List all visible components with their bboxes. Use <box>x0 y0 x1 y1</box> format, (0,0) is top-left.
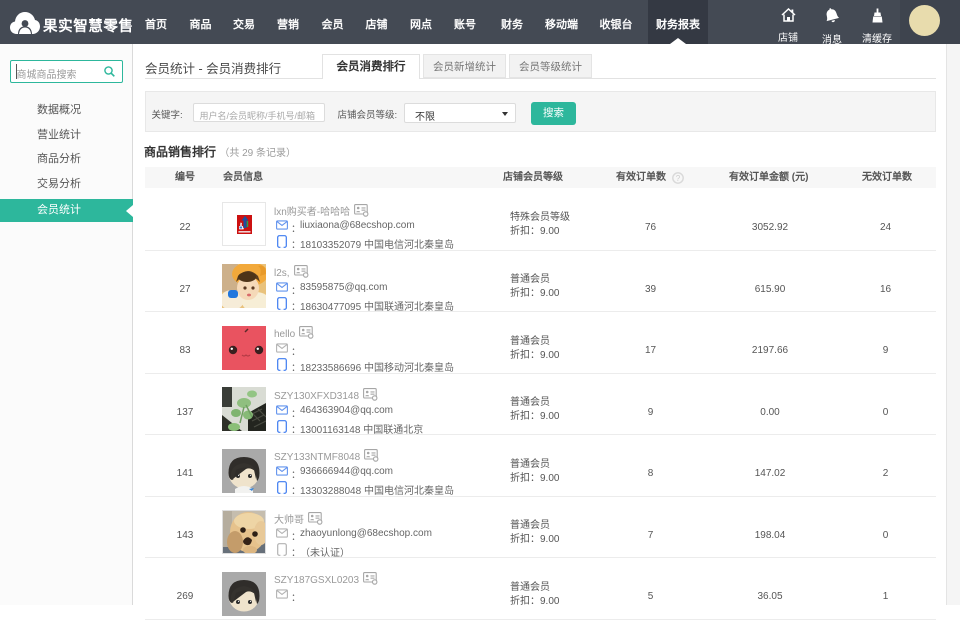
svg-text:?: ? <box>676 173 681 182</box>
